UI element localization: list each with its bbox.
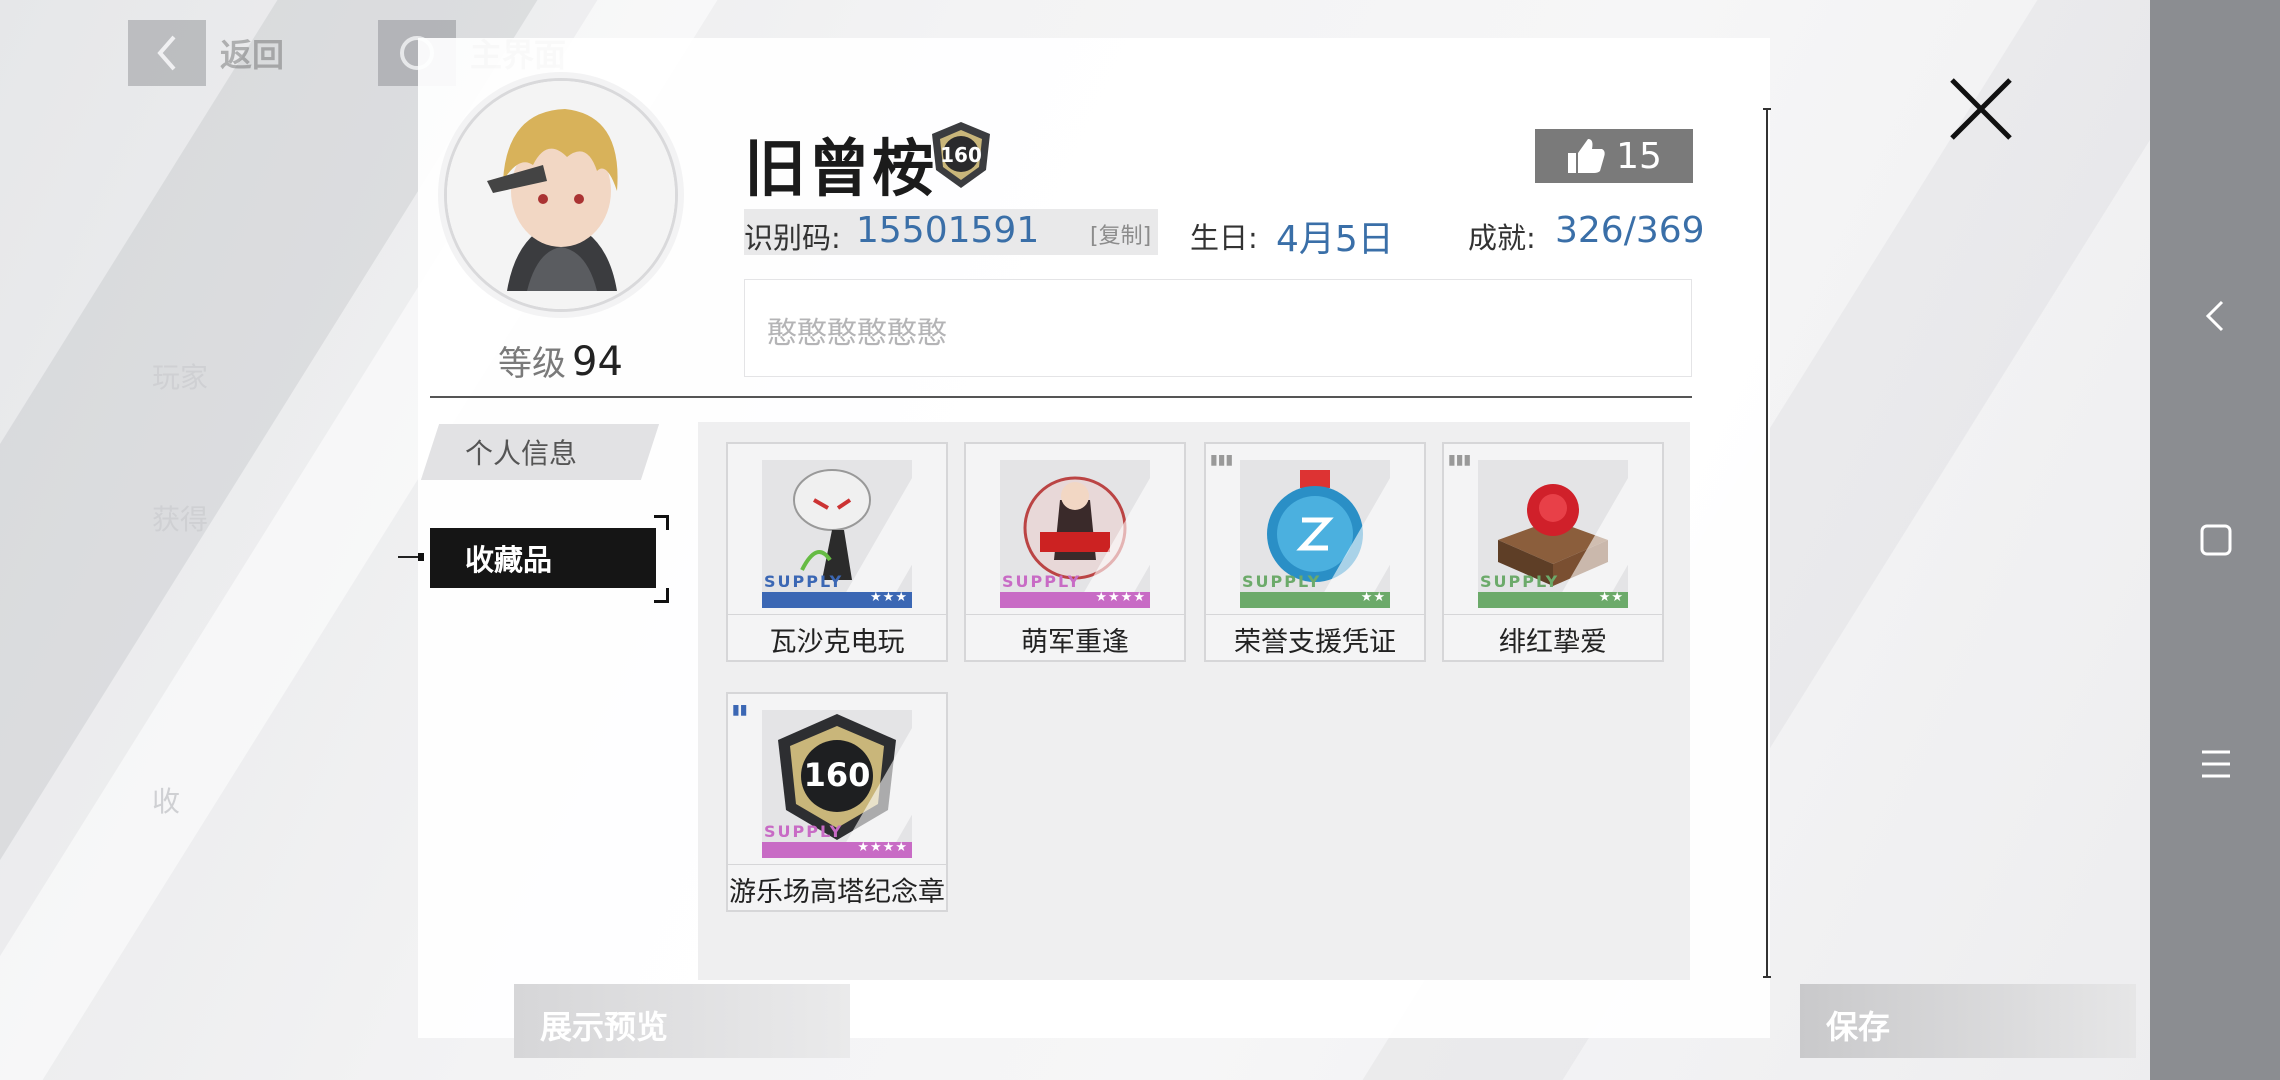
- collection-card[interactable]: SUPPLY ★★★★ 萌军重逢: [964, 442, 1186, 662]
- panel-divider: [1763, 108, 1771, 978]
- card-divider: [728, 614, 946, 615]
- card-name: 萌军重逢: [1021, 627, 1129, 658]
- achievement-value: 326/369: [1555, 210, 1705, 251]
- card-divider: [966, 614, 1184, 615]
- corner-tag-icon: ▮▮▮: [1448, 452, 1472, 468]
- tab-collection-label[interactable]: 收藏品: [465, 537, 552, 579]
- collection-card[interactable]: SUPPLY ★★★ 瓦沙克电玩: [726, 442, 948, 662]
- supply-label: SUPPLY: [1002, 572, 1082, 591]
- selection-bracket: [654, 588, 669, 603]
- card-divider: [728, 864, 946, 865]
- level-label: 等级: [498, 344, 566, 384]
- ghost-menu-item: 玩家: [152, 361, 209, 394]
- save-button-label: 保存: [1826, 1008, 1891, 1046]
- rarity-stars: ★★: [1360, 590, 1386, 605]
- ghost-menu-item: 获得: [152, 503, 209, 536]
- preview-button[interactable]: 展示预览: [514, 984, 850, 1058]
- avatar-portrait-icon: [447, 81, 675, 309]
- likes-button[interactable]: 15: [1535, 129, 1693, 183]
- card-name: 游乐场高塔纪念章: [729, 877, 945, 908]
- copy-button[interactable]: [复制]: [1090, 218, 1151, 250]
- ghost-menu-item: 收: [152, 785, 181, 818]
- back-button[interactable]: [128, 20, 206, 86]
- id-value: 15501591: [856, 210, 1040, 251]
- system-home-icon[interactable]: [2196, 520, 2236, 560]
- collection-card[interactable]: ▮▮ 160 SUPPLY ★★★★ 游乐场高塔纪念章: [726, 692, 948, 912]
- card-name: 荣誉支援凭证: [1234, 627, 1396, 658]
- tower-badge-icon: 160: [932, 122, 990, 188]
- supply-label: SUPPLY: [1480, 572, 1560, 591]
- supply-label: SUPPLY: [764, 572, 844, 591]
- card-divider: [1444, 614, 1662, 615]
- system-menu-icon[interactable]: [2196, 744, 2236, 784]
- system-back-icon[interactable]: [2196, 296, 2236, 336]
- chevron-left-icon: [157, 35, 176, 71]
- corner-tag-icon: ▮▮: [732, 702, 748, 718]
- save-button[interactable]: 保存: [1800, 984, 2136, 1058]
- tab-indicator-dot: [418, 553, 424, 561]
- supply-label: SUPPLY: [764, 822, 844, 841]
- tab-personal-info-label[interactable]: 个人信息: [465, 432, 577, 472]
- username: 旧曾桉: [744, 132, 937, 205]
- player-level: 等级 94: [498, 336, 623, 385]
- rarity-stars: ★★★★: [857, 840, 908, 855]
- achievement-label: 成就:: [1468, 221, 1536, 255]
- likes-count: 15: [1616, 135, 1662, 177]
- rarity-stars: ★★: [1598, 590, 1624, 605]
- back-label[interactable]: 返回: [220, 30, 284, 76]
- signature-field[interactable]: 憨憨憨憨憨憨: [744, 279, 1692, 377]
- supply-label: SUPPLY: [1242, 572, 1322, 591]
- collection-card[interactable]: ▮▮▮ SUPPLY ★★ 绯红挚爱: [1442, 442, 1664, 662]
- rarity-stars: ★★★: [870, 590, 908, 605]
- collection-card[interactable]: ▮▮▮ SUPPLY ★★ 荣誉支援凭证: [1204, 442, 1426, 662]
- birthday-value: 4月5日: [1276, 219, 1394, 260]
- signature-text: 憨憨憨憨憨憨: [767, 316, 947, 351]
- badge-number: 160: [940, 143, 982, 167]
- selection-bracket: [654, 515, 669, 530]
- avatar[interactable]: [444, 78, 678, 312]
- badge-160-number: 160: [804, 756, 871, 794]
- card-name: 绯红挚爱: [1499, 627, 1607, 658]
- rarity-stars: ★★★★: [1095, 590, 1146, 605]
- close-icon[interactable]: [1948, 76, 2014, 142]
- section-divider: [430, 396, 1692, 398]
- thumbs-up-icon: [1568, 139, 1605, 173]
- corner-tag-icon: ▮▮▮: [1210, 452, 1234, 468]
- card-name: 瓦沙克电玩: [769, 627, 905, 658]
- birthday-label: 生日:: [1190, 221, 1258, 255]
- id-label: 识别码:: [744, 221, 841, 255]
- card-divider: [1206, 614, 1424, 615]
- level-value: 94: [572, 339, 623, 385]
- preview-button-label: 展示预览: [540, 1008, 669, 1046]
